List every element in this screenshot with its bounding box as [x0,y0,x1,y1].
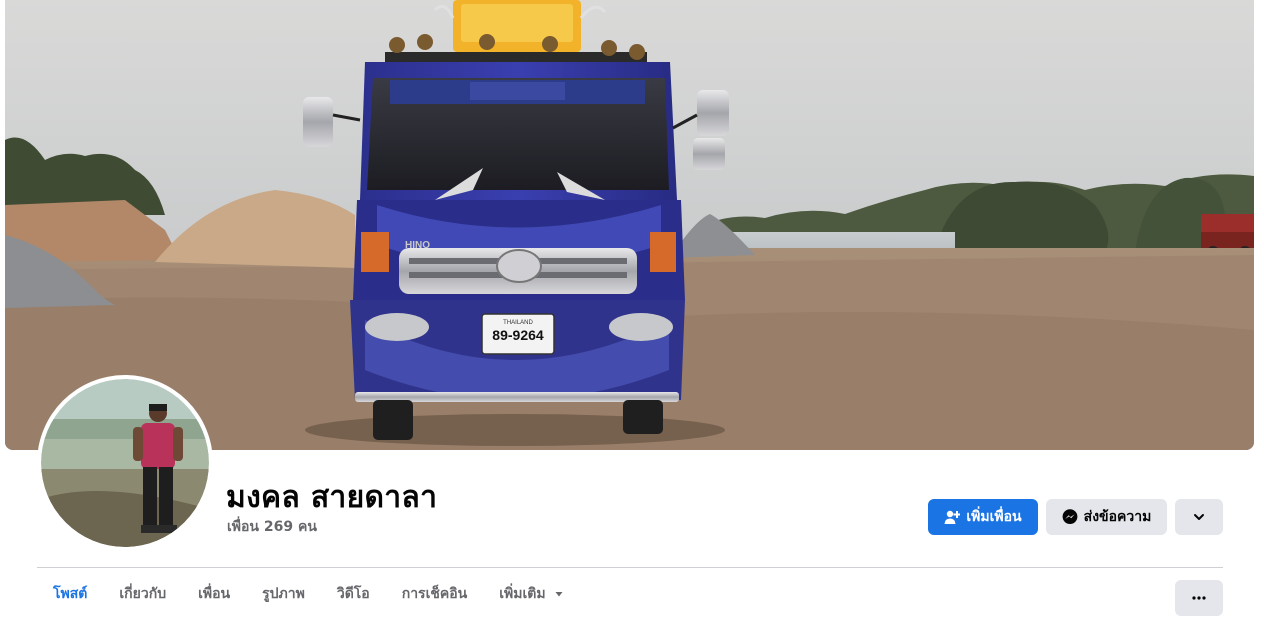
tab-friends[interactable]: เพื่อน [182,568,246,619]
messenger-icon [1062,509,1078,525]
message-label: ส่งข้อความ [1083,509,1152,525]
friend-count-link[interactable]: เพื่อน 269 คน [227,516,317,538]
tab-checkins[interactable]: การเช็คอิน [386,568,484,619]
tab-label: โพสต์ [53,585,88,602]
profile-avatar[interactable] [37,375,213,551]
ellipsis-icon [1191,590,1207,606]
chevron-down-icon [1192,510,1206,524]
person-add-icon [944,509,961,525]
tab-label: รูปภาพ [262,585,305,602]
tab-label: เพิ่มเติม [499,585,546,602]
tab-more[interactable]: เพิ่มเติม [483,568,579,619]
tab-label: เพื่อน [198,585,231,602]
tab-posts[interactable]: โพสต์ [37,568,103,619]
tab-label: วิดีโอ [336,585,370,602]
more-options-button[interactable] [1175,499,1223,535]
add-friend-label: เพิ่มเพื่อน [966,509,1022,525]
tab-menu-button[interactable] [1175,580,1223,616]
add-friend-button[interactable]: เพิ่มเพื่อน [928,499,1038,535]
avatar-photo [41,379,209,547]
profile-name: มงคล สายดาลา [226,480,438,515]
profile-tabs: โพสต์ เกี่ยวกับ เพื่อน รูปภาพ วิดีโอ การ… [37,568,580,619]
message-button[interactable]: ส่งข้อความ [1046,499,1167,535]
tab-label: การเช็คอิน [401,585,468,602]
tab-about[interactable]: เกี่ยวกับ [103,568,182,619]
cover-photo[interactable]: THAILAND 89-9264 HINO [5,0,1254,450]
plate-number: 89-9264 [492,327,544,343]
tab-photos[interactable]: รูปภาพ [246,568,321,619]
caret-down-icon [554,589,564,599]
tab-label: เกี่ยวกับ [119,585,167,602]
truck-brand: HINO [405,240,430,251]
plate-country: THAILAND [503,320,533,326]
tab-videos[interactable]: วิดีโอ [321,568,386,619]
